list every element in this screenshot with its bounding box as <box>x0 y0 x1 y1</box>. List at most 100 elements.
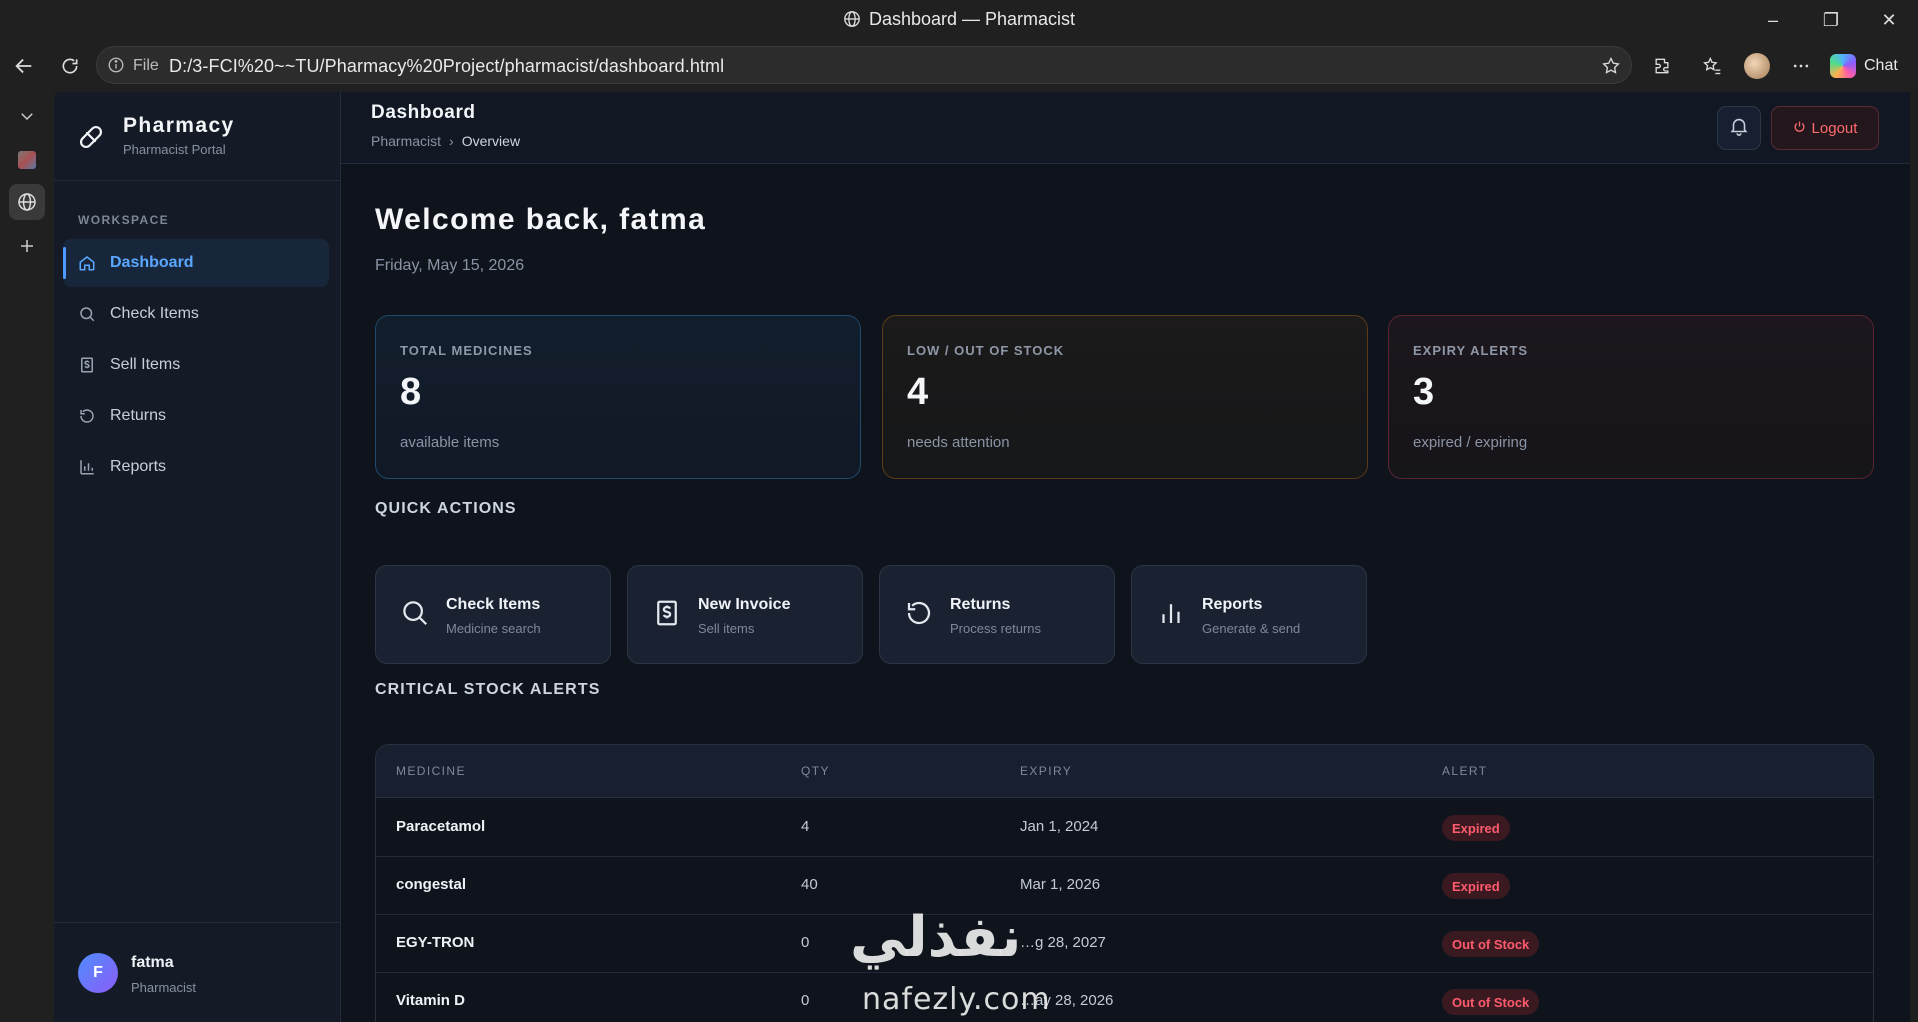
quick-action-title: Reports <box>1202 596 1263 613</box>
quick-action-subtitle: Sell items <box>698 621 755 636</box>
minimize-icon[interactable]: – <box>1744 0 1802 40</box>
quick-action-check-items[interactable]: Check Items Medicine search <box>375 565 611 664</box>
welcome-heading: Welcome back, fatma <box>375 203 707 236</box>
bell-icon <box>1728 115 1750 142</box>
stat-value: 8 <box>400 371 423 413</box>
home-icon <box>77 253 97 273</box>
quick-action-title: Check Items <box>446 596 541 613</box>
cell-expiry: Mar 1, 2026 <box>1020 876 1101 893</box>
table-row[interactable]: congestal 40 Mar 1, 2026 Expired <box>376 857 1873 915</box>
browser-sidebar-rail <box>0 88 54 1022</box>
window-title-text: Dashboard — Pharmacist <box>868 9 1076 29</box>
favorite-star-icon[interactable] <box>1601 56 1621 81</box>
column-header-expiry: EXPIRY <box>1020 764 1073 778</box>
cell-medicine: Vitamin D <box>396 992 465 1009</box>
copilot-chat-button[interactable]: Chat <box>1830 49 1898 83</box>
quick-actions-heading: QUICK ACTIONS <box>375 500 517 517</box>
sidebar-item-sell-items[interactable]: Sell Items <box>63 341 329 389</box>
stat-label: TOTAL MEDICINES <box>400 343 533 358</box>
quick-action-returns[interactable]: Returns Process returns <box>879 565 1115 664</box>
table-header: MEDICINE QTY EXPIRY ALERT <box>376 745 1873 798</box>
sidebar-item-label: Returns <box>110 407 167 424</box>
sidebar-item-label: Reports <box>110 458 167 475</box>
quick-action-title: Returns <box>950 596 1011 613</box>
cell-expiry: Jan 1, 2024 <box>1020 818 1099 835</box>
stat-hint: needs attention <box>907 434 1010 451</box>
search-icon <box>400 598 430 628</box>
globe-icon <box>843 10 861 33</box>
info-icon[interactable] <box>107 56 125 79</box>
browser-toolbar: File D:/3-FCI%20~~TU/Pharmacy%20Project/… <box>0 42 1918 88</box>
table-row[interactable]: EGY-TRON 0 …g 28, 2027 Out of Stock <box>376 915 1873 973</box>
stat-card-expiry-alerts: EXPIRY ALERTS 3 expired / expiring <box>1388 315 1874 479</box>
user-role: Pharmacist <box>131 980 197 995</box>
table-row[interactable]: Vitamin D 0 …ay 28, 2026 Out of Stock <box>376 973 1873 1022</box>
current-date: Friday, May 15, 2026 <box>375 257 525 274</box>
user-name: fatma <box>131 954 174 971</box>
breadcrumb-root[interactable]: Pharmacist <box>371 133 441 149</box>
undo-icon <box>904 598 934 628</box>
invoice-icon <box>77 355 97 375</box>
logout-button[interactable]: Logout <box>1771 106 1879 150</box>
cell-medicine: EGY-TRON <box>396 934 475 951</box>
back-icon[interactable] <box>8 50 40 82</box>
user-profile[interactable]: F fatma Pharmacist <box>54 922 341 1022</box>
profile-avatar[interactable] <box>1742 51 1772 81</box>
stat-card-low-stock: LOW / OUT OF STOCK 4 needs attention <box>882 315 1368 479</box>
table-row[interactable]: Paracetamol 4 Jan 1, 2024 Expired <box>376 799 1873 857</box>
status-badge: Expired <box>1442 815 1510 841</box>
favorites-icon[interactable] <box>1697 51 1727 81</box>
breadcrumb-separator: › <box>449 133 454 149</box>
status-badge: Out of Stock <box>1442 931 1540 957</box>
quick-action-new-invoice[interactable]: New Invoice Sell items <box>627 565 863 664</box>
bar-chart-icon <box>1156 598 1186 628</box>
app-sidebar: Pharmacy Pharmacist Portal WORKSPACE Das… <box>54 92 341 1022</box>
stat-value: 3 <box>1413 371 1436 413</box>
stat-label: EXPIRY ALERTS <box>1413 343 1529 358</box>
stat-value: 4 <box>907 371 930 413</box>
url-text[interactable]: D:/3-FCI%20~~TU/Pharmacy%20Project/pharm… <box>169 56 724 77</box>
sidebar-item-check-items[interactable]: Check Items <box>63 290 329 338</box>
cell-qty: 4 <box>801 818 810 835</box>
brand: Pharmacy Pharmacist Portal <box>54 92 341 181</box>
sidebar-item-reports[interactable]: Reports <box>63 443 329 491</box>
more-icon[interactable] <box>1786 51 1816 81</box>
bar-chart-icon <box>77 457 97 477</box>
pill-icon <box>76 122 106 152</box>
quick-action-title: New Invoice <box>698 596 791 613</box>
logout-label: Logout <box>1811 119 1858 137</box>
active-tab-globe-icon[interactable] <box>9 184 45 220</box>
watermark-logo-latin: nafezly.com <box>862 982 1051 1017</box>
close-icon[interactable]: ✕ <box>1860 0 1918 40</box>
stat-hint: available items <box>400 434 500 451</box>
sidebar-item-dashboard[interactable]: Dashboard <box>63 239 329 287</box>
cell-qty: 0 <box>801 992 810 1009</box>
stat-hint: expired / expiring <box>1413 434 1528 451</box>
sidebar-item-returns[interactable]: Returns <box>63 392 329 440</box>
breadcrumb-current: Overview <box>461 133 521 149</box>
extensions-icon[interactable] <box>1647 51 1677 81</box>
column-header-medicine: MEDICINE <box>396 764 466 778</box>
watermark-logo-arabic: نفذلي <box>850 905 1022 970</box>
quick-action-reports[interactable]: Reports Generate & send <box>1131 565 1367 664</box>
chevron-down-icon[interactable] <box>9 98 45 134</box>
cell-qty: 40 <box>801 876 818 893</box>
window-controls: – ❐ ✕ <box>1744 0 1918 40</box>
tab-favicon-icon[interactable] <box>9 142 45 178</box>
status-badge: Out of Stock <box>1442 989 1540 1015</box>
stat-card-total-medicines: TOTAL MEDICINES 8 available items <box>375 315 861 479</box>
address-bar[interactable]: File D:/3-FCI%20~~TU/Pharmacy%20Project/… <box>96 46 1632 84</box>
column-header-qty: QTY <box>801 764 830 778</box>
chat-label: Chat <box>1864 57 1898 74</box>
undo-icon <box>77 406 97 426</box>
sidebar-item-label: Sell Items <box>110 356 181 373</box>
restore-icon[interactable]: ❐ <box>1802 0 1860 40</box>
quick-action-subtitle: Process returns <box>950 621 1042 636</box>
sidebar-item-label: Check Items <box>110 305 199 322</box>
notifications-button[interactable] <box>1717 106 1761 150</box>
top-bar: Dashboard Pharmacist › Overview Logout <box>341 92 1910 164</box>
new-tab-plus-icon[interactable] <box>9 228 45 264</box>
cell-medicine: Paracetamol <box>396 818 486 835</box>
column-header-alert: ALERT <box>1442 764 1488 778</box>
reload-icon[interactable] <box>54 50 86 82</box>
